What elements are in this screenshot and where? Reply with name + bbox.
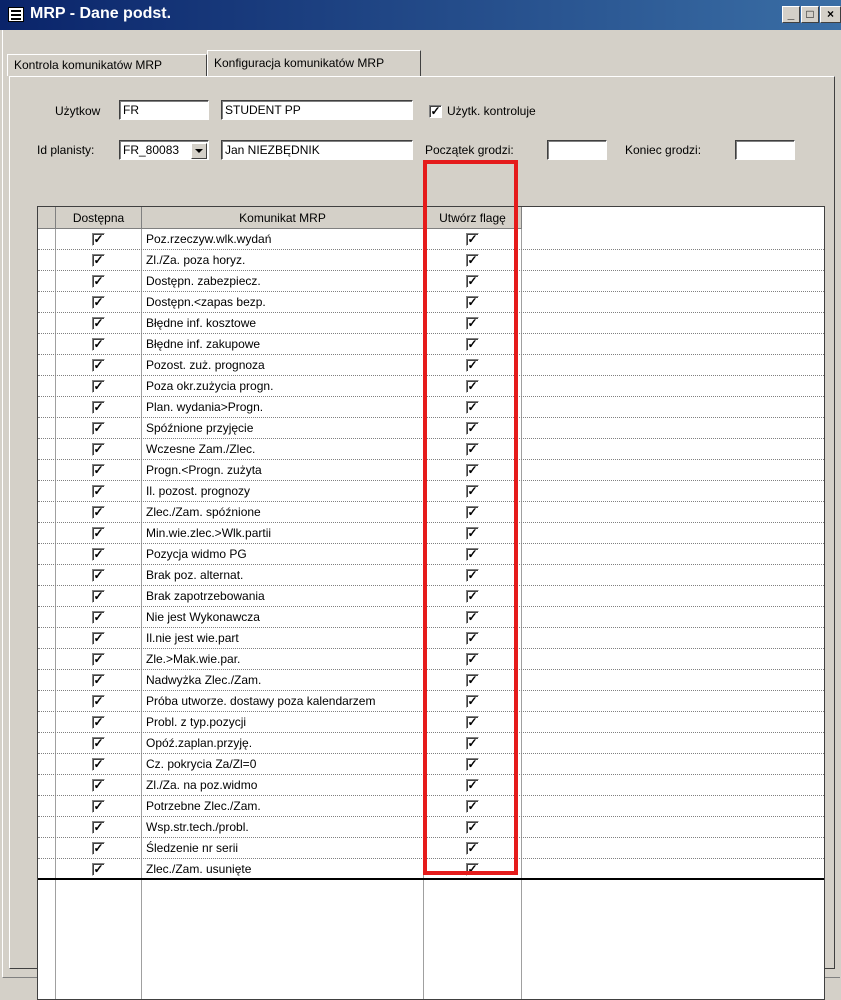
message-cell: Brak poz. alternat. [146, 568, 244, 582]
available-checkbox[interactable]: ✓ [92, 758, 105, 771]
user-label: Użytkow [55, 104, 101, 118]
message-cell: Zlec./Zam. usunięte [146, 862, 252, 876]
available-checkbox[interactable]: ✓ [92, 674, 105, 687]
message-cell: Opóź.zaplan.przyję. [146, 736, 253, 750]
message-cell: Śledzenie nr serii [146, 841, 239, 855]
maximize-button[interactable]: □ [801, 6, 819, 23]
planner-name-field[interactable]: Jan NIEZBĘDNIK [221, 140, 413, 160]
available-checkbox[interactable]: ✓ [92, 485, 105, 498]
available-checkbox[interactable]: ✓ [92, 716, 105, 729]
fence-end-label: Koniec grodzi: [625, 143, 702, 157]
tab-message-control[interactable]: Kontrola komunikatów MRP [7, 54, 207, 76]
fence-end-field[interactable] [735, 140, 795, 160]
message-cell: Błędne inf. zakupowe [146, 337, 261, 351]
available-checkbox[interactable]: ✓ [92, 380, 105, 393]
message-cell: Próba utworze. dostawy poza kalendarzem [146, 694, 376, 708]
available-checkbox[interactable]: ✓ [92, 569, 105, 582]
user-name-field[interactable]: STUDENT PP [221, 100, 413, 120]
available-checkbox[interactable]: ✓ [92, 422, 105, 435]
available-checkbox[interactable]: ✓ [92, 464, 105, 477]
fence-start-field[interactable] [547, 140, 607, 160]
available-checkbox[interactable]: ✓ [92, 401, 105, 414]
message-cell: Poz.rzeczyw.wlk.wydań [146, 232, 272, 246]
available-checkbox[interactable]: ✓ [92, 443, 105, 456]
message-cell: Nie jest Wykonawcza [146, 610, 260, 624]
available-checkbox[interactable]: ✓ [92, 653, 105, 666]
message-cell: Wsp.str.tech./probl. [146, 820, 249, 834]
close-button[interactable]: × [820, 6, 841, 23]
window-client: Kontrola komunikatów MRP Konfiguracja ko… [2, 30, 840, 1000]
message-cell: Pozost. zuż. prognoza [146, 358, 265, 372]
available-checkbox[interactable]: ✓ [92, 695, 105, 708]
header-available[interactable]: Dostępna [56, 207, 142, 229]
title-bar: MRP - Dane podst. _ □ × [0, 0, 841, 30]
message-cell: Progn.<Progn. zużyta [146, 463, 262, 477]
available-checkbox[interactable]: ✓ [92, 548, 105, 561]
message-cell: Dostępn.<zapas bezp. [146, 295, 266, 309]
message-cell: Pozycja widmo PG [146, 547, 247, 561]
message-cell: Il.nie jest wie.part [146, 631, 239, 645]
message-cell: Zlec./Zam. spóźnione [146, 505, 261, 519]
message-cell: Błędne inf. kosztowe [146, 316, 257, 330]
planner-id-select[interactable]: FR_80083 [119, 140, 209, 160]
minimize-button[interactable]: _ [782, 6, 800, 23]
header-message[interactable]: Komunikat MRP [142, 207, 424, 229]
fence-start-label: Początek grodzi: [425, 143, 514, 157]
message-cell: Dostępn. zabezpiecz. [146, 274, 261, 288]
available-checkbox[interactable]: ✓ [92, 275, 105, 288]
available-checkbox[interactable]: ✓ [92, 863, 105, 876]
message-cell: Cz. pokrycia Za/Zl=0 [146, 757, 257, 771]
available-checkbox[interactable]: ✓ [92, 800, 105, 813]
available-checkbox[interactable]: ✓ [92, 338, 105, 351]
available-checkbox[interactable]: ✓ [92, 506, 105, 519]
message-cell: Potrzebne Zlec./Zam. [146, 799, 261, 813]
available-checkbox[interactable]: ✓ [92, 254, 105, 267]
user-controls-label: Użytk. kontroluje [447, 104, 536, 118]
message-cell: Brak zapotrzebowania [146, 589, 265, 603]
available-checkbox[interactable]: ✓ [92, 821, 105, 834]
highlight-box [423, 160, 518, 875]
planner-id-value: FR_80083 [123, 143, 180, 157]
message-cell: Probl. z typ.pozycji [146, 715, 247, 729]
available-checkbox[interactable]: ✓ [92, 611, 105, 624]
message-cell: Zle.>Mak.wie.par. [146, 652, 241, 666]
message-cell: Poza okr.zużycia progn. [146, 379, 274, 393]
message-cell: Spóźnione przyjęcie [146, 421, 254, 435]
row-selector-header [38, 207, 56, 229]
available-checkbox[interactable]: ✓ [92, 632, 105, 645]
message-cell: Zl./Za. poza horyz. [146, 253, 246, 267]
available-checkbox[interactable]: ✓ [92, 590, 105, 603]
user-controls-checkbox[interactable]: ✓ [429, 105, 442, 118]
available-checkbox[interactable]: ✓ [92, 842, 105, 855]
message-cell: Nadwyżka Zlec./Zam. [146, 673, 262, 687]
message-cell: Min.wie.zlec.>Wlk.partii [146, 526, 272, 540]
message-cell: Wczesne Zam./Zlec. [146, 442, 256, 456]
tab-message-configuration[interactable]: Konfiguracja komunikatów MRP [207, 50, 421, 76]
planner-id-label: Id planisty: [37, 143, 95, 157]
app-icon [8, 7, 24, 22]
available-checkbox[interactable]: ✓ [92, 737, 105, 750]
message-cell: Plan. wydania>Progn. [146, 400, 264, 414]
window-title: MRP - Dane podst. [30, 5, 172, 22]
available-checkbox[interactable]: ✓ [92, 317, 105, 330]
available-checkbox[interactable]: ✓ [92, 779, 105, 792]
user-code-field[interactable]: FR [119, 100, 209, 120]
message-cell: Il. pozost. prognozy [146, 484, 251, 498]
available-checkbox[interactable]: ✓ [92, 233, 105, 246]
available-checkbox[interactable]: ✓ [92, 359, 105, 372]
chevron-down-icon[interactable] [191, 143, 207, 159]
available-checkbox[interactable]: ✓ [92, 527, 105, 540]
message-cell: Zl./Za. na poz.widmo [146, 778, 258, 792]
available-checkbox[interactable]: ✓ [92, 296, 105, 309]
